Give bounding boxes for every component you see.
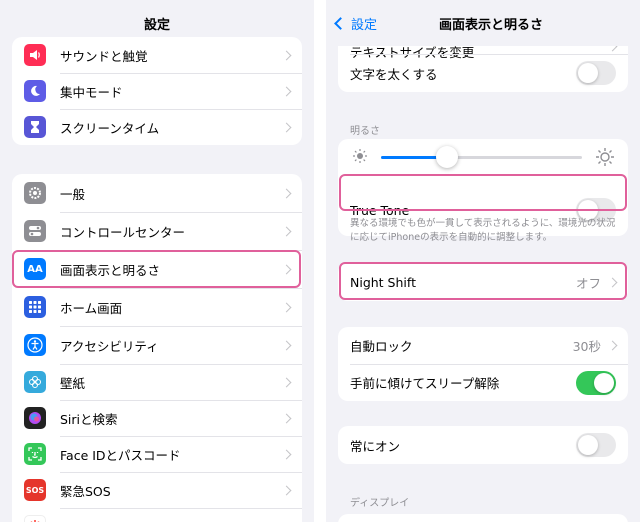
exposure-icon [24, 515, 46, 522]
night-shift-label: Night Shift [350, 274, 416, 290]
settings-item-label: 集中モード [60, 84, 123, 100]
auto-lock-label: 自動ロック [350, 339, 413, 354]
sos-icon: SOS [24, 479, 46, 501]
settings-item-label: 壁紙 [60, 375, 86, 391]
settings-item-label: 緊急SOS [60, 483, 111, 499]
auto-lock-row[interactable]: 自動ロック 30秒 [338, 327, 628, 364]
settings-item-emergency-sos[interactable]: SOS 緊急SOS [12, 472, 302, 508]
page-title-overlay: 画面表示と明るさ [438, 17, 543, 33]
display-group [338, 514, 628, 522]
settings-item-control-center[interactable]: コントロールセンター [12, 212, 302, 250]
chevron-right-icon [281, 264, 292, 274]
settings-item-label: アクセシビリティ [60, 338, 159, 354]
hourglass-icon [24, 116, 46, 138]
bold-text-label: 文字を太くする [350, 66, 438, 82]
home-grid-icon [24, 296, 46, 318]
settings-item-focus[interactable]: 集中モード [12, 73, 302, 109]
always-on-row: 常にオン [338, 426, 628, 464]
settings-item-wallpaper[interactable]: 壁紙 [12, 364, 302, 400]
settings-item-label: Face IDとパスコード [60, 447, 181, 463]
chevron-right-icon [281, 302, 292, 312]
settings-item-home-screen[interactable]: ホーム画面 [12, 288, 302, 326]
chevron-right-icon [281, 485, 292, 495]
text-size-icon: AA [24, 258, 46, 280]
true-tone-footnote: 異なる環境でも色が一貫して表示されるように、環境光の状況に応じてiPhoneの表… [350, 218, 616, 243]
chevron-right-icon [607, 340, 618, 351]
wallpaper-icon [24, 371, 46, 393]
settings-item-label: Siriと検索 [60, 411, 118, 427]
sun-small-icon [352, 148, 368, 168]
settings-item-display-brightness[interactable]: AA 画面表示と明るさ [12, 250, 302, 288]
settings-item-general[interactable]: 一般 [12, 174, 302, 212]
night-shift-row[interactable]: Night Shift オフ [338, 263, 628, 301]
always-on-group: 常にオン [338, 426, 628, 464]
settings-item-label: 画面表示と明るさ [60, 262, 161, 278]
chevron-right-icon [607, 277, 618, 287]
brightness-header: 明るさ [350, 126, 380, 137]
chevron-right-icon [281, 122, 292, 132]
accessibility-icon [24, 334, 46, 356]
brightness-slider[interactable] [381, 146, 582, 168]
toggle-knob [594, 372, 614, 393]
settings-item-label: コントロールセンター [60, 224, 186, 240]
settings-item-label: ホーム画面 [60, 300, 123, 316]
settings-item-face-id[interactable]: Face IDとパスコード [12, 436, 302, 472]
display-header: ディスプレイ [350, 498, 410, 509]
settings-item-sounds[interactable]: サウンドと触覚 [12, 37, 302, 73]
chevron-right-icon [281, 86, 292, 96]
chevron-right-icon [281, 226, 292, 236]
chevron-right-icon [281, 50, 292, 60]
toggle-knob [578, 63, 598, 83]
settings-item-accessibility[interactable]: アクセシビリティ [12, 326, 302, 364]
true-tone-label: True Tone [350, 202, 410, 218]
chevron-right-icon [281, 377, 292, 387]
always-on-label: 常にオン [350, 438, 401, 454]
settings-item-exposure[interactable] [12, 508, 302, 522]
panel-divider [314, 0, 326, 522]
settings-group-1: サウンドと触覚 集中モード スクリーンタイム [12, 37, 302, 145]
raise-to-wake-row: 手前に傾けてスリープ解除 [338, 364, 628, 401]
settings-item-label: サウンドと触覚 [60, 48, 148, 64]
raise-to-wake-label: 手前に傾けてスリープ解除 [350, 376, 500, 391]
chevron-right-icon [281, 340, 292, 350]
chevron-right-icon [281, 449, 292, 459]
settings-item-screen-time[interactable]: スクリーンタイム [12, 109, 302, 145]
speaker-icon [24, 44, 46, 66]
bold-text-row: 文字を太くする [338, 54, 628, 92]
raise-to-wake-toggle[interactable] [576, 370, 616, 395]
toggle-knob [578, 435, 598, 455]
gear-icon [24, 182, 46, 204]
night-shift-value: オフ [575, 275, 601, 291]
display-brightness-panel: 設定 画面表示と明るさ テキストサイズを変更 文字を太くする 設定 画面表示と明… [326, 0, 640, 522]
auto-lock-value: 30秒 [572, 339, 601, 354]
moon-icon [24, 80, 46, 102]
settings-group-2: 一般 コントロールセンター AA 画面表示と明るさ ホーム画面 アクセシビリティ… [12, 174, 302, 522]
always-on-toggle[interactable] [576, 433, 616, 457]
sun-large-icon [595, 147, 615, 171]
face-id-icon [24, 443, 46, 465]
settings-item-label: 一般 [60, 186, 86, 202]
bold-text-toggle[interactable] [576, 61, 616, 85]
lock-group: 自動ロック 30秒 手前に傾けてスリープ解除 [338, 327, 628, 401]
siri-icon [24, 407, 46, 429]
night-shift-group: Night Shift オフ [338, 263, 628, 301]
settings-item-label: スクリーンタイム [60, 120, 160, 136]
chevron-right-icon [281, 188, 292, 198]
settings-list-panel: 設定 サウンドと触覚 集中モード スクリーンタイム 一般 コントロールセンター … [0, 0, 314, 522]
toggles-icon [24, 220, 46, 242]
chevron-right-icon [281, 413, 292, 423]
settings-item-siri-search[interactable]: Siriと検索 [12, 400, 302, 436]
